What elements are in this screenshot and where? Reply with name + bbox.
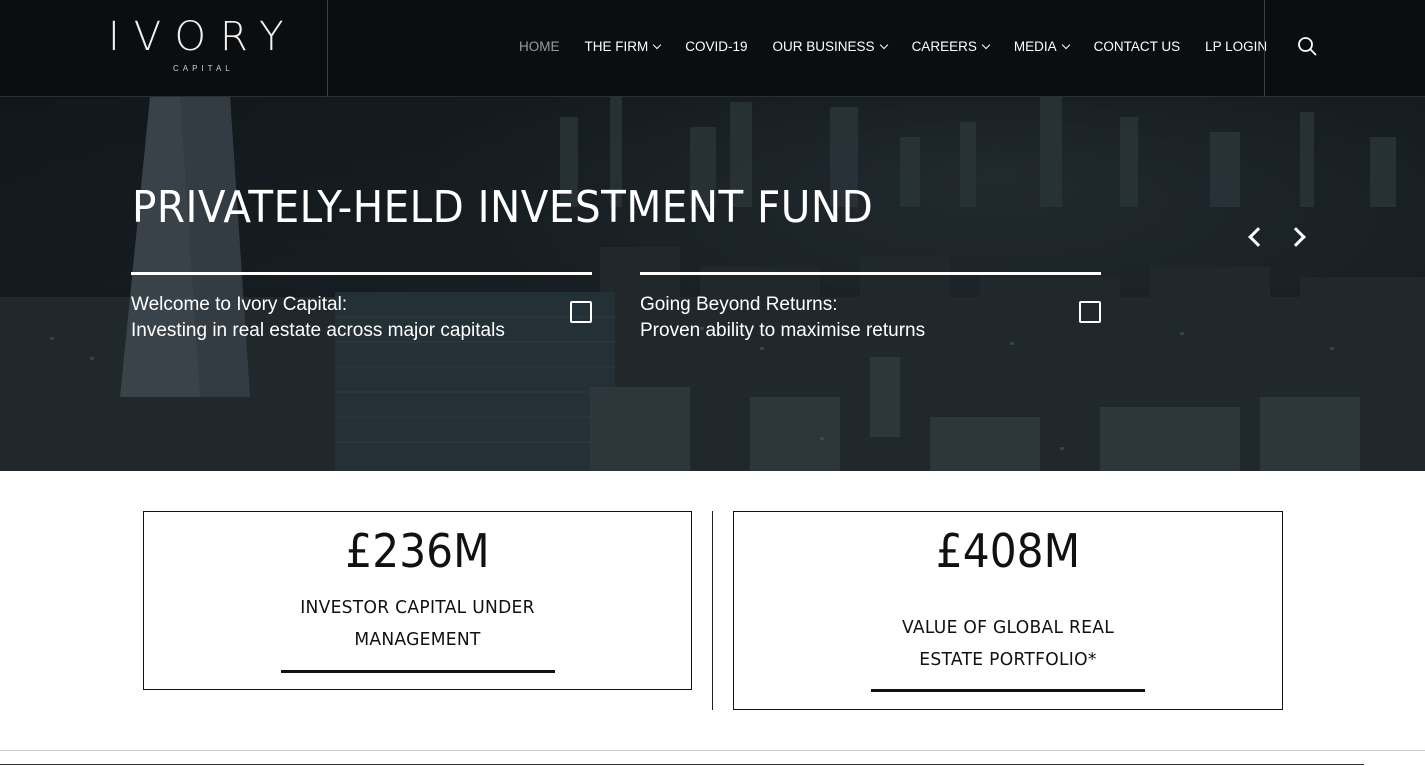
search-area <box>1264 0 1425 97</box>
stat-value: £408M <box>935 524 1081 578</box>
nav-item-our-business[interactable]: OUR BUSINESS <box>772 38 888 54</box>
nav-item-covid-19[interactable]: COVID-19 <box>685 39 747 54</box>
nav-label: MEDIA <box>1013 38 1057 54</box>
stat-card-portfolio-value: £408M VALUE OF GLOBAL REAL ESTATE PORTFO… <box>733 511 1283 710</box>
nav-label: CAREERS <box>911 38 977 54</box>
logo[interactable]: IVORY CAPITAL <box>0 0 328 97</box>
stat-underline <box>871 689 1145 692</box>
slide-tab-title: Welcome to Ivory Capital: <box>131 294 348 315</box>
nav-item-contact-us[interactable]: CONTACT US <box>1094 39 1181 54</box>
chevron-down-icon <box>879 40 888 49</box>
stat-label-line: MANAGEMENT <box>354 629 481 650</box>
nav-label: OUR BUSINESS <box>772 38 875 54</box>
chevron-down-icon <box>1061 40 1070 49</box>
slide-tab-going-beyond[interactable]: Going Beyond Returns: Proven ability to … <box>640 272 1101 352</box>
nav-item-home[interactable]: HOME <box>519 39 560 54</box>
chevron-down-icon <box>653 40 662 49</box>
stat-label-line: VALUE OF GLOBAL REAL <box>901 617 1115 638</box>
nav-item-careers[interactable]: CAREERS <box>911 38 991 54</box>
main-nav: HOME THE FIRM COVID-19 OUR BUSINESS CARE… <box>519 36 1292 56</box>
nav-label: THE FIRM <box>584 38 649 54</box>
slide-tab-title: Going Beyond Returns: <box>640 294 838 315</box>
section-divider <box>0 764 1364 765</box>
logo-subtitle: CAPITAL <box>173 64 234 73</box>
slide-tab-subtitle: Investing in real estate across major ca… <box>131 320 505 341</box>
slide-tab-subtitle: Proven ability to maximise returns <box>640 320 926 341</box>
stat-label: INVESTOR CAPITAL UNDER MANAGEMENT <box>158 592 678 656</box>
square-icon <box>570 301 592 323</box>
logo-wordmark: IVORY <box>108 14 298 60</box>
stat-card-investor-capital: £236M INVESTOR CAPITAL UNDER MANAGEMENT <box>143 511 692 690</box>
nav-item-media[interactable]: MEDIA <box>1013 38 1070 54</box>
stat-label: VALUE OF GLOBAL REAL ESTATE PORTFOLIO* <box>748 612 1269 676</box>
stat-divider <box>712 511 713 710</box>
nav-item-the-firm[interactable]: THE FIRM <box>584 38 662 54</box>
nav-item-lp-login[interactable]: LP LOGIN <box>1205 39 1267 54</box>
nav-label: LP LOGIN <box>1205 38 1268 54</box>
search-icon[interactable] <box>1297 36 1317 56</box>
stat-value: £236M <box>345 524 490 578</box>
square-icon <box>1079 301 1101 323</box>
nav-label: CONTACT US <box>1093 38 1181 54</box>
stat-underline <box>280 670 555 673</box>
hero-title: PRIVATELY-HELD INVESTMENT FUND <box>132 182 874 233</box>
nav-label: HOME <box>519 38 560 54</box>
section-divider <box>0 750 1425 751</box>
slide-tab-welcome[interactable]: Welcome to Ivory Capital: Investing in r… <box>131 272 592 352</box>
site-header: IVORY CAPITAL HOME THE FIRM COVID-19 OUR… <box>0 0 1425 97</box>
stat-label-line: INVESTOR CAPITAL UNDER <box>300 597 535 618</box>
stat-label-line: ESTATE PORTFOLIO* <box>919 649 1097 670</box>
hero-slider: PRIVATELY-HELD INVESTMENT FUND Welcome t… <box>0 97 1425 471</box>
chevron-down-icon <box>981 40 991 49</box>
nav-label: COVID-19 <box>685 38 748 54</box>
